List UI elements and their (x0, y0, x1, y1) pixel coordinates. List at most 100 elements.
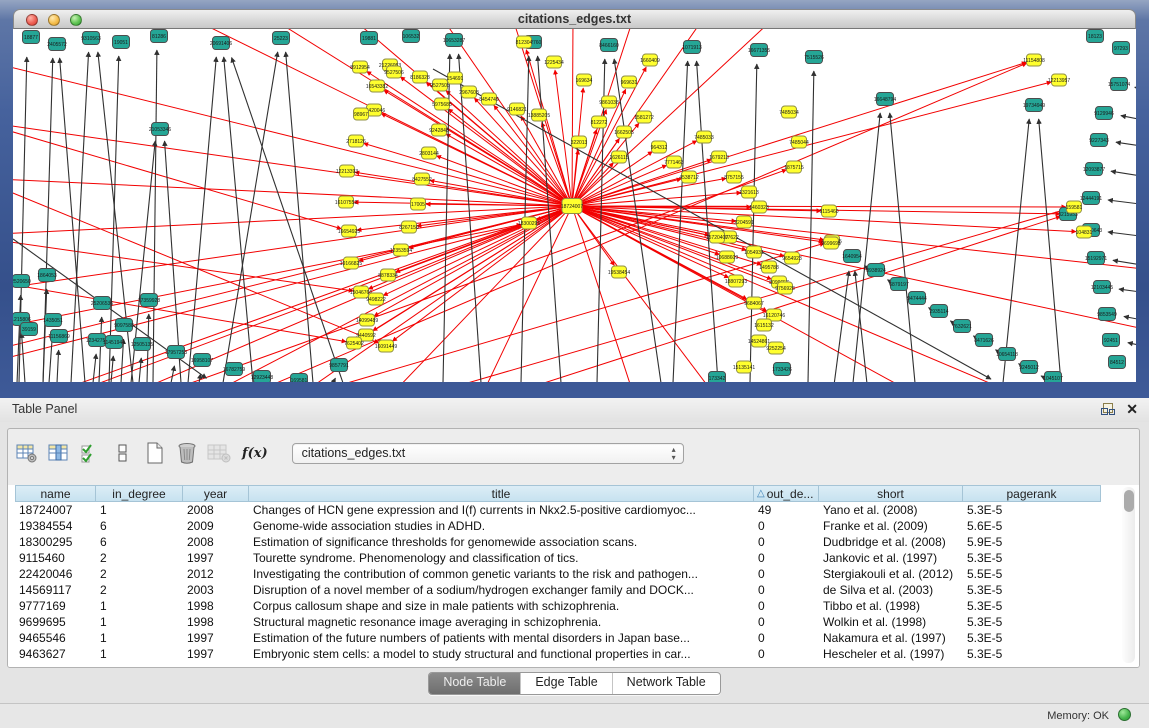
graph-edge[interactable] (333, 378, 335, 382)
table-cell[interactable]: Estimation of significance thresholds fo… (249, 534, 754, 550)
graph-edge[interactable] (98, 52, 133, 382)
graph-node[interactable]: 8186328 (410, 71, 430, 83)
graph-node[interactable]: 19051 (113, 36, 130, 49)
graph-node[interactable]: 2204591 (734, 216, 754, 228)
graph-node[interactable]: 17005 (411, 198, 426, 210)
table-cell[interactable]: 5.3E-5 (963, 630, 1101, 646)
table-cell[interactable]: Investigating the contribution of common… (249, 566, 754, 582)
graph-node[interactable]: 8938924 (866, 264, 886, 277)
graph-edge[interactable] (890, 113, 915, 382)
graph-node[interactable]: 8427552 (412, 173, 432, 185)
graph-edge[interactable] (171, 366, 174, 382)
graph-edge[interactable] (433, 209, 1066, 382)
table-cell[interactable]: 2 (96, 550, 183, 566)
graph-node[interactable]: 2803144 (419, 147, 439, 159)
graph-edge[interactable] (1108, 200, 1136, 205)
graph-edge[interactable] (61, 206, 572, 382)
graph-node[interactable]: 159581 (1066, 201, 1083, 213)
graph-edge[interactable] (1124, 316, 1136, 321)
table-settings-icon[interactable] (14, 441, 40, 465)
graph-node[interactable]: 169581 (291, 374, 308, 383)
graph-node[interactable]: 8466160 (599, 39, 619, 52)
graph-edge[interactable] (513, 216, 1060, 382)
table-cell[interactable]: 2009 (183, 518, 249, 534)
graph-node[interactable]: 84512 (1109, 356, 1126, 369)
float-panel-icon[interactable] (1101, 403, 1115, 416)
graph-node[interactable]: 1733426 (772, 363, 792, 376)
table-cell[interactable]: 1998 (183, 614, 249, 630)
table-cell[interactable]: 0 (754, 598, 819, 614)
graph-node[interactable]: 7771463 (664, 156, 684, 168)
graph-node[interactable]: 8267150 (399, 221, 419, 233)
graph-node[interactable]: 1662505 (614, 126, 634, 138)
graph-node[interactable]: 8878334 (378, 269, 398, 281)
table-row[interactable]: 1938455462009Genome-wide association stu… (15, 518, 1101, 534)
graph-node[interactable]: 1875715 (784, 161, 804, 173)
table-cell[interactable]: 5.3E-5 (963, 502, 1101, 518)
table-cell[interactable]: 9699695 (15, 614, 96, 630)
table-cell[interactable]: 1 (96, 598, 183, 614)
graph-node[interactable]: 1615132 (754, 319, 774, 331)
graph-node[interactable]: 322013 (571, 136, 588, 148)
table-row[interactable]: 969969511998Structural magnetic resonanc… (15, 614, 1101, 630)
table-cell[interactable]: Tourette syndrome. Phenomenology and cla… (249, 550, 754, 566)
graph-node[interactable]: 7485044 (789, 136, 809, 148)
graph-node[interactable]: 10653287 (443, 34, 465, 47)
scrollbar-thumb[interactable] (1124, 490, 1134, 512)
graph-node[interactable]: 7515526 (804, 51, 824, 64)
graph-node[interactable]: 11154808 (1023, 54, 1045, 66)
graph-edge[interactable] (153, 50, 157, 382)
graph-node[interactable]: 16671355 (748, 44, 770, 57)
graph-node[interactable]: 19538454 (608, 266, 630, 278)
table-cell[interactable]: Estimation of the future numbers of pati… (249, 630, 754, 646)
table-cell[interactable]: Nakamura et al. (1997) (819, 630, 963, 646)
table-cell[interactable]: 2008 (183, 534, 249, 550)
table-cell[interactable]: 9463627 (15, 646, 96, 662)
graph-node[interactable]: 169634 (576, 74, 593, 86)
graph-edge[interactable] (188, 57, 216, 382)
graph-node[interactable]: 1864053 (37, 269, 57, 282)
graph-edge[interactable] (1119, 289, 1136, 293)
graph-node[interactable]: 8757155 (724, 171, 744, 183)
graph-edge[interactable] (1135, 87, 1136, 91)
graph-node[interactable]: 1460323 (749, 201, 769, 213)
graph-node[interactable]: 1640954 (842, 250, 862, 263)
table-cell[interactable]: 5.3E-5 (963, 550, 1101, 566)
graph-node[interactable]: 104831 (1076, 226, 1093, 238)
table-cell[interactable]: 5.3E-5 (963, 646, 1101, 662)
graph-node[interactable]: 812272 (591, 116, 608, 128)
graph-edge[interactable] (808, 71, 814, 382)
column-header-year[interactable]: year (183, 485, 249, 502)
table-cell[interactable]: Tibbo et al. (1998) (819, 598, 963, 614)
table-cell[interactable]: 1998 (183, 598, 249, 614)
graph-node[interactable]: 20691406 (210, 37, 232, 50)
graph-node[interactable]: 16648794 (874, 93, 896, 106)
graph-node[interactable]: 173342 (709, 372, 726, 383)
column-header-pagerank[interactable]: pagerank (963, 485, 1101, 502)
graph-node[interactable]: 9146821 (507, 103, 527, 115)
graph-edge[interactable] (22, 333, 25, 382)
table-cell[interactable]: Stergiakouli et al. (2012) (819, 566, 963, 582)
table-cell[interactable]: Changes of HCN gene expression and I(f) … (249, 502, 754, 518)
table-row[interactable]: 977716911998Corpus callosum shape and si… (15, 598, 1101, 614)
memory-status-icon[interactable] (1118, 708, 1131, 721)
graph-node[interactable]: 81286 (151, 30, 168, 43)
table-cell[interactable]: 0 (754, 534, 819, 550)
table-cell[interactable]: 49 (754, 502, 819, 518)
graph-node[interactable]: 16782759 (223, 363, 245, 376)
graph-node[interactable]: 9129946 (1094, 107, 1114, 120)
table-cell[interactable]: 19384554 (15, 518, 96, 534)
graph-node[interactable]: 12444191 (1080, 192, 1102, 205)
table-cell[interactable]: Hescheler et al. (1997) (819, 646, 963, 662)
graph-edge[interactable] (1003, 119, 1029, 382)
table-cell[interactable]: 5.3E-5 (963, 582, 1101, 598)
graph-node[interactable]: 5975685 (432, 98, 452, 110)
table-cell[interactable]: Structural magnetic resonance image aver… (249, 614, 754, 630)
tab-node-table[interactable]: Node Table (429, 673, 521, 694)
graph-node[interactable]: 8912954 (350, 61, 370, 73)
graph-node[interactable]: 17957253 (165, 346, 187, 359)
table-cell[interactable]: 0 (754, 518, 819, 534)
table-cell[interactable]: 6 (96, 518, 183, 534)
graph-node[interactable]: 9097588 (114, 319, 134, 332)
table-cell[interactable]: 6 (96, 534, 183, 550)
